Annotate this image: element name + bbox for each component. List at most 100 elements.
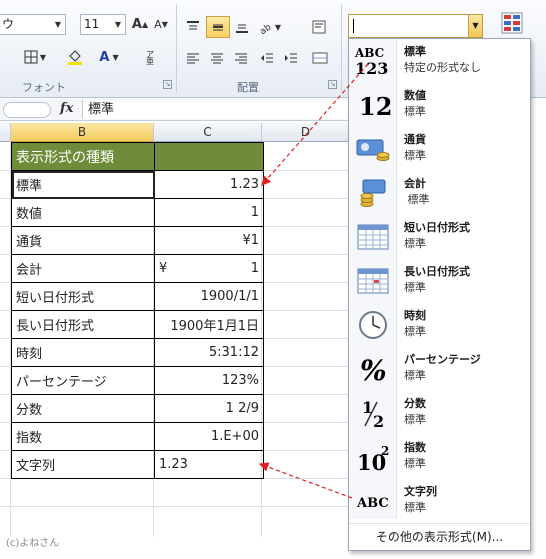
chevron-down-icon[interactable]: ▼ <box>111 15 125 34</box>
menu-item-label: 文字列 <box>404 485 437 498</box>
cell-c-number[interactable]: 1 <box>154 198 264 227</box>
borders-button[interactable]: ▼ <box>20 46 50 68</box>
menu-item-short-date[interactable]: 短い日付形式 標準 <box>349 215 530 259</box>
phonetic-button[interactable]: ア亜 <box>140 46 162 68</box>
align-middle-button[interactable] <box>206 16 230 38</box>
more-number-formats-link[interactable]: その他の表示形式(M)... <box>349 523 530 550</box>
decrease-indent-icon <box>261 53 273 63</box>
align-bottom-button[interactable] <box>231 16 253 38</box>
text-caret <box>353 19 354 33</box>
font-color-button[interactable]: A ▼ <box>94 46 124 68</box>
cell-b-fraction[interactable]: 分数 <box>11 394 155 423</box>
menu-item-scientific[interactable]: 10 2 指数 標準 <box>349 435 530 479</box>
long-date-calendar-icon <box>353 265 393 297</box>
cell-b-text[interactable]: 文字列 <box>11 450 155 479</box>
menu-item-preview: 標準 <box>404 281 426 294</box>
number-format-combo[interactable]: ▼ <box>348 14 483 38</box>
alignment-group-label: 配置 <box>237 81 259 94</box>
cell-c-percentage[interactable]: 123% <box>154 366 264 395</box>
menu-item-long-date[interactable]: 長い日付形式 標準 <box>349 259 530 303</box>
menu-item-preview: 特定の形式なし <box>404 61 481 74</box>
grow-font-button[interactable]: A ▲ <box>131 13 149 35</box>
cell-b-general[interactable]: 標準 <box>11 170 155 199</box>
cell-b-short-date[interactable]: 短い日付形式 <box>11 282 155 311</box>
insert-function-icon[interactable]: fx <box>60 101 73 116</box>
cell-b-accounting[interactable]: 会計 <box>11 254 155 283</box>
wrap-text-icon <box>312 20 326 34</box>
cell-b-long-date[interactable]: 長い日付形式 <box>11 310 155 339</box>
header-cell-c[interactable] <box>154 142 264 171</box>
cell-c-text[interactable]: 1.23 <box>154 450 264 479</box>
cell-b-time[interactable]: 時刻 <box>11 338 155 367</box>
accounting-icon <box>353 177 393 209</box>
cell-b-scientific[interactable]: 指数 <box>11 422 155 451</box>
percent-icon: % <box>353 353 393 385</box>
menu-item-currency[interactable]: 通貨 標準 <box>349 127 530 171</box>
fraction-icon: 12 <box>353 397 393 429</box>
column-header-c[interactable]: C <box>154 123 262 142</box>
menu-item-text[interactable]: ABC 文字列 標準 <box>349 479 530 523</box>
cell-c-accounting[interactable]: ¥1 <box>154 254 264 283</box>
dialog-launcher-icon[interactable]: ↘ <box>163 80 172 89</box>
font-name-value: ウ <box>2 17 15 31</box>
align-top-button[interactable] <box>182 16 204 38</box>
svg-text:亜: 亜 <box>146 57 154 65</box>
table-row: 会計 ¥1 <box>11 254 264 283</box>
menu-item-percentage[interactable]: % パーセンテージ 標準 <box>349 347 530 391</box>
menu-item-number[interactable]: 12 数値 標準 <box>349 83 530 127</box>
abc-123-icon: ABC 123 <box>353 45 393 77</box>
header-cell-b[interactable]: 表示形式の種類 <box>11 142 155 171</box>
svg-text:%: % <box>360 354 387 385</box>
column-header-b[interactable]: B <box>11 123 154 142</box>
menu-item-fraction[interactable]: 12 分数 標準 <box>349 391 530 435</box>
cell-c-scientific[interactable]: 1.E+00 <box>154 422 264 451</box>
cell-c-short-date[interactable]: 1900/1/1 <box>154 282 264 311</box>
abc-text-icon: ABC <box>353 485 393 517</box>
menu-item-label: 指数 <box>404 441 426 454</box>
cell-c-general[interactable]: 1.23 <box>154 170 264 199</box>
accounting-value: 1 <box>250 261 259 276</box>
cell-b-currency[interactable]: 通貨 <box>11 226 155 255</box>
cell-c-fraction[interactable]: 1 2/9 <box>154 394 264 423</box>
wrap-text-button[interactable] <box>308 16 330 38</box>
merge-center-button[interactable] <box>308 47 332 69</box>
formula-input[interactable]: 標準 <box>82 100 350 119</box>
cell-b-percentage[interactable]: パーセンテージ <box>11 366 155 395</box>
menu-item-preview: 標準 <box>404 149 426 162</box>
fill-color-button[interactable] <box>62 46 88 68</box>
watermark: (c)よねさん <box>6 538 60 549</box>
menu-item-accounting[interactable]: 会計 標準 <box>349 171 530 215</box>
decrease-indent-button[interactable] <box>256 47 278 69</box>
orientation-button[interactable]: ab ▼ <box>256 16 284 38</box>
cell-b-number[interactable]: 数値 <box>11 198 155 227</box>
name-box[interactable] <box>3 102 51 118</box>
cell-c-time[interactable]: 5:31:12 <box>154 338 264 367</box>
menu-item-general[interactable]: ABC 123 標準 特定の形式なし <box>349 39 530 83</box>
shrink-font-glyph: A <box>154 17 162 31</box>
align-left-button[interactable] <box>182 47 204 69</box>
font-name-combo[interactable]: ウ ▼ <box>0 14 66 35</box>
cell-c-currency[interactable]: ¥1 <box>154 226 264 255</box>
increase-indent-button[interactable] <box>280 47 302 69</box>
orientation-icon: ab <box>259 22 274 34</box>
menu-item-preview: 標準 <box>404 105 426 118</box>
align-center-button[interactable] <box>206 47 228 69</box>
short-date-calendar-icon <box>353 221 393 253</box>
menu-item-time[interactable]: 時刻 標準 <box>349 303 530 347</box>
chevron-down-icon[interactable]: ▼ <box>51 15 65 34</box>
chevron-down-icon[interactable]: ▼ <box>468 15 482 37</box>
row-header-corner[interactable] <box>0 123 11 142</box>
table-row: パーセンテージ 123% <box>11 366 264 395</box>
phonetic-icon: ア亜 <box>146 50 154 65</box>
font-color-glyph: A <box>99 49 110 65</box>
table-row: 時刻 5:31:12 <box>11 338 264 367</box>
dialog-launcher-icon[interactable]: ↘ <box>328 80 337 89</box>
align-right-button[interactable] <box>230 47 252 69</box>
align-bottom-icon <box>236 24 248 33</box>
cell-c-long-date[interactable]: 1900年1月1日 <box>154 310 264 339</box>
column-header-d[interactable]: D <box>262 123 350 142</box>
font-size-combo[interactable]: 11 ▼ <box>80 14 126 35</box>
conditional-format-button[interactable] <box>497 9 529 39</box>
shrink-font-button[interactable]: A ▼ <box>152 13 170 35</box>
menu-item-preview: 標準 <box>404 237 426 250</box>
